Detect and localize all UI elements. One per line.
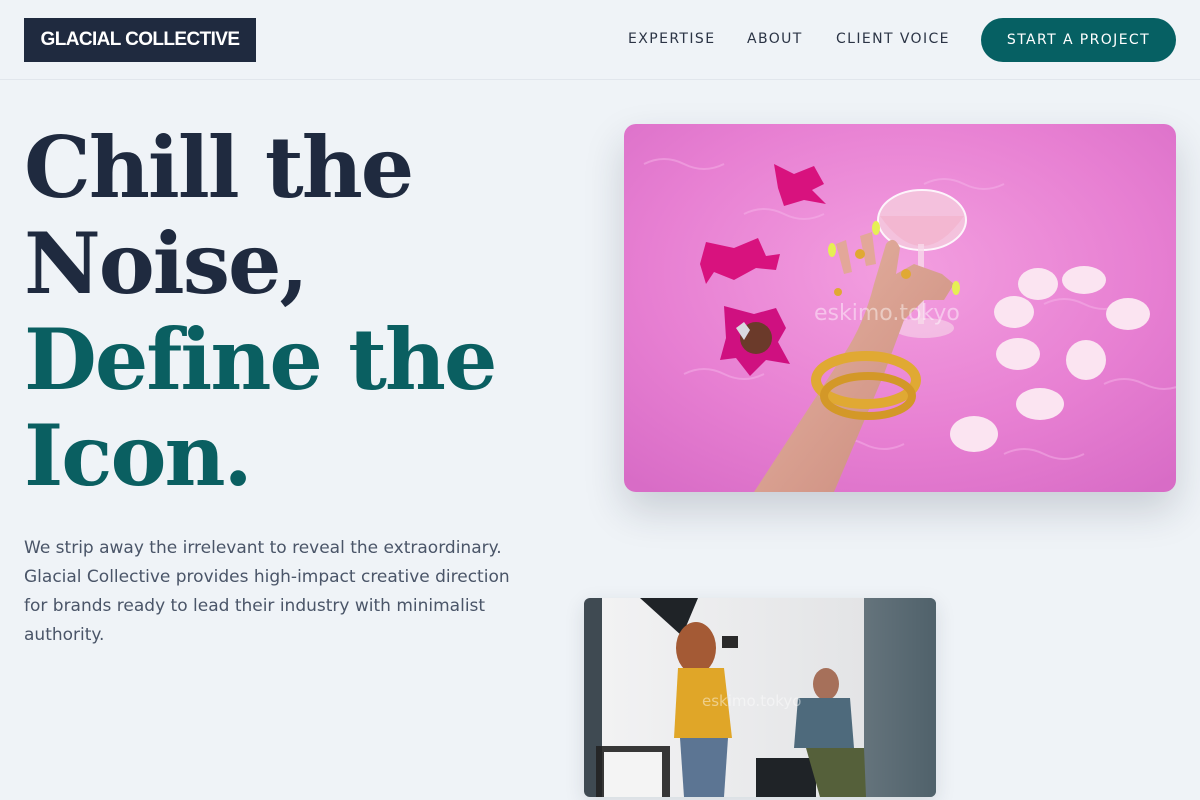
hero-description: We strip away the irrelevant to reveal t… — [24, 538, 510, 645]
headline-line-2: Noise, — [24, 214, 309, 313]
brand-logo[interactable]: GLACIAL COLLECTIVE — [24, 18, 256, 62]
nav-link-client-voice[interactable]: CLIENT VOICE — [836, 31, 950, 47]
nav-link-about[interactable]: ABOUT — [747, 31, 803, 47]
headline-line-3: Define the — [24, 310, 497, 409]
hero-main-photo: eskimo.tokyo — [624, 124, 1176, 492]
headline-line-1: Chill the — [24, 118, 414, 217]
start-project-button[interactable]: START A PROJECT — [981, 18, 1176, 62]
watermark: eskimo.tokyo — [702, 692, 801, 710]
nav-link-expertise[interactable]: EXPERTISE — [628, 31, 715, 47]
hero-headline: Chill the Noise, Define the Icon. — [24, 120, 584, 504]
studio-photo: eskimo.tokyo — [584, 598, 936, 797]
headline-line-4: Icon. — [24, 406, 253, 505]
site-header: GLACIAL COLLECTIVE EXPERTISE ABOUT CLIEN… — [0, 0, 1200, 80]
watermark: eskimo.tokyo — [814, 301, 960, 326]
